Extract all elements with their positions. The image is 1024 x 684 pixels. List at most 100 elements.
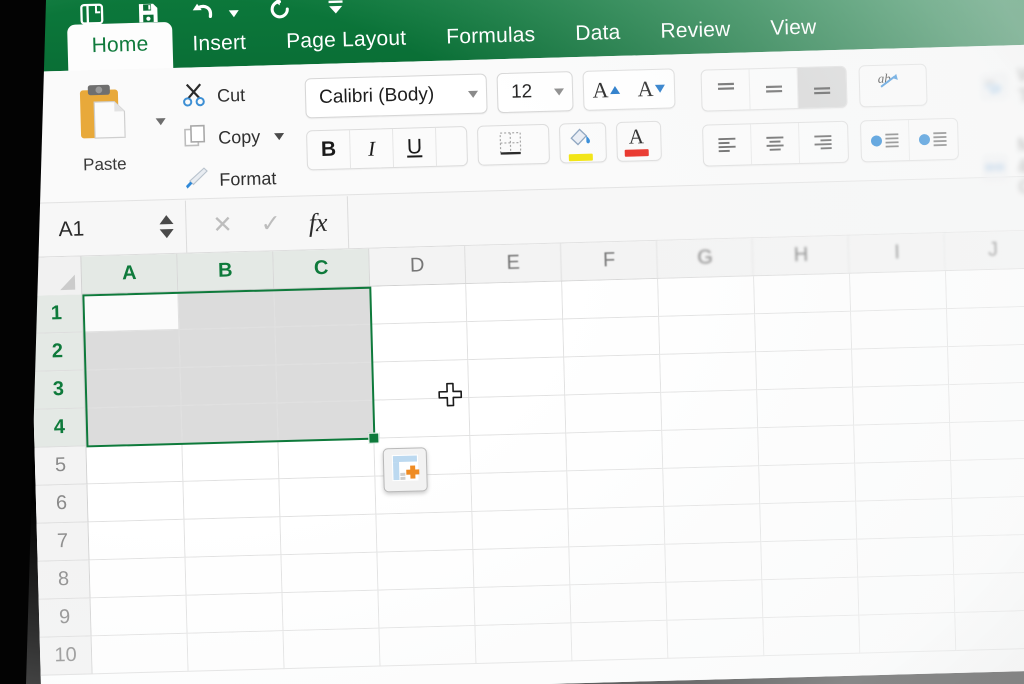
cell-c10[interactable] [283, 628, 381, 670]
cell-j10[interactable] [955, 610, 1024, 651]
cell-g5[interactable] [662, 428, 760, 469]
cell-b6[interactable] [183, 479, 281, 520]
cell-a1[interactable] [82, 291, 180, 333]
cell-i10[interactable] [859, 612, 957, 654]
cell-g6[interactable] [663, 466, 761, 507]
cell-b1[interactable] [178, 289, 276, 330]
align-top-button[interactable] [701, 69, 751, 111]
cell-j6[interactable] [951, 458, 1024, 500]
text-orientation-button[interactable]: ab [858, 63, 928, 108]
row-header-10[interactable]: 10 [39, 636, 93, 676]
cell-f6[interactable] [567, 468, 665, 510]
cell-c9[interactable] [282, 590, 380, 632]
cell-a2[interactable] [83, 329, 181, 371]
cell-e6[interactable] [471, 471, 569, 513]
cell-i6[interactable] [855, 461, 953, 502]
tab-home[interactable]: Home [67, 21, 174, 72]
row-header-8[interactable]: 8 [37, 560, 91, 600]
align-center-button[interactable] [751, 123, 801, 165]
copy-dropdown-chevron-icon[interactable] [274, 132, 285, 141]
cell-j7[interactable] [952, 496, 1024, 538]
cell-f7[interactable] [568, 506, 666, 548]
copy-button[interactable]: Copy [182, 121, 285, 155]
cell-c8[interactable] [281, 552, 379, 594]
cell-f1[interactable] [562, 278, 660, 320]
cell-a8[interactable] [89, 557, 187, 599]
cell-f4[interactable] [565, 392, 663, 434]
cell-i3[interactable] [852, 347, 950, 388]
column-header-c[interactable]: C [273, 248, 371, 289]
cell-h5[interactable] [758, 425, 856, 467]
cell-a4[interactable] [85, 405, 183, 447]
cell-j1[interactable] [946, 268, 1024, 310]
tab-page-layout[interactable]: Page Layout [266, 17, 427, 66]
cell-h3[interactable] [756, 349, 854, 391]
underline-button[interactable]: U [393, 127, 438, 168]
cell-b3[interactable] [180, 365, 278, 406]
tab-insert[interactable]: Insert [172, 21, 267, 69]
fill-color-button[interactable] [558, 122, 608, 164]
cell-f8[interactable] [569, 544, 667, 586]
cell-j8[interactable] [953, 534, 1024, 575]
cell-i5[interactable] [854, 423, 952, 464]
align-left-button[interactable] [703, 124, 753, 166]
cell-f10[interactable] [571, 620, 669, 662]
merge-center-button[interactable]: Merge & Center [982, 133, 1024, 199]
cell-g3[interactable] [660, 352, 758, 393]
column-header-j[interactable]: J [945, 230, 1024, 271]
borders-button[interactable] [476, 123, 551, 166]
column-header-f[interactable]: F [561, 240, 659, 281]
font-size-chevron-down-icon[interactable] [553, 87, 565, 96]
spinner-down-icon[interactable] [159, 228, 174, 239]
row-header-3[interactable]: 3 [32, 370, 86, 410]
cell-e10[interactable] [475, 623, 573, 664]
cell-j3[interactable] [948, 344, 1024, 386]
cancel-formula-button[interactable]: ✕ [212, 211, 233, 239]
cell-c2[interactable] [275, 324, 373, 366]
cell-e4[interactable] [469, 395, 567, 437]
tab-formulas[interactable]: Formulas [426, 14, 556, 62]
cell-f2[interactable] [563, 316, 661, 358]
insert-function-button[interactable]: fx [308, 207, 328, 237]
cell-d10[interactable] [379, 625, 477, 667]
cell-g9[interactable] [666, 580, 764, 621]
cell-f3[interactable] [564, 354, 662, 396]
cell-e7[interactable] [472, 509, 570, 550]
cell-c7[interactable] [280, 514, 378, 556]
align-right-button[interactable] [799, 122, 848, 163]
cell-a9[interactable] [90, 595, 188, 637]
font-color-button[interactable]: A [615, 120, 662, 162]
bold-button[interactable]: B [307, 130, 352, 170]
cell-c3[interactable] [276, 362, 374, 404]
cell-f5[interactable] [566, 430, 664, 472]
cell-e5[interactable] [470, 433, 568, 475]
cell-b2[interactable] [179, 327, 277, 368]
select-all-corner-button[interactable] [29, 256, 83, 296]
cell-i7[interactable] [856, 499, 954, 540]
row-header-1[interactable]: 1 [30, 294, 84, 334]
column-header-h[interactable]: H [753, 235, 851, 276]
row-header-5[interactable]: 5 [34, 446, 88, 486]
cell-g1[interactable] [658, 276, 756, 317]
cell-e2[interactable] [467, 319, 565, 361]
cell-c5[interactable] [278, 438, 376, 480]
cell-i8[interactable] [857, 537, 955, 578]
underline-dropdown-button[interactable] [436, 127, 467, 166]
cell-d7[interactable] [376, 512, 474, 553]
font-name-chevron-down-icon[interactable] [468, 90, 479, 98]
cell-a10[interactable] [91, 633, 189, 675]
paste-button[interactable]: Paste [56, 75, 151, 200]
cell-a6[interactable] [87, 481, 185, 523]
row-header-9[interactable]: 9 [38, 598, 92, 638]
spinner-up-icon[interactable] [159, 214, 174, 225]
cell-j4[interactable] [949, 382, 1024, 424]
cut-button[interactable]: Cut [181, 79, 284, 113]
cell-h6[interactable] [759, 463, 857, 505]
align-bottom-button[interactable] [797, 66, 847, 109]
cell-d8[interactable] [377, 549, 475, 591]
column-header-b[interactable]: B [177, 251, 275, 291]
row-header-6[interactable]: 6 [35, 484, 89, 524]
cell-i4[interactable] [853, 385, 951, 426]
cell-j5[interactable] [950, 420, 1024, 462]
cell-e9[interactable] [474, 585, 572, 626]
